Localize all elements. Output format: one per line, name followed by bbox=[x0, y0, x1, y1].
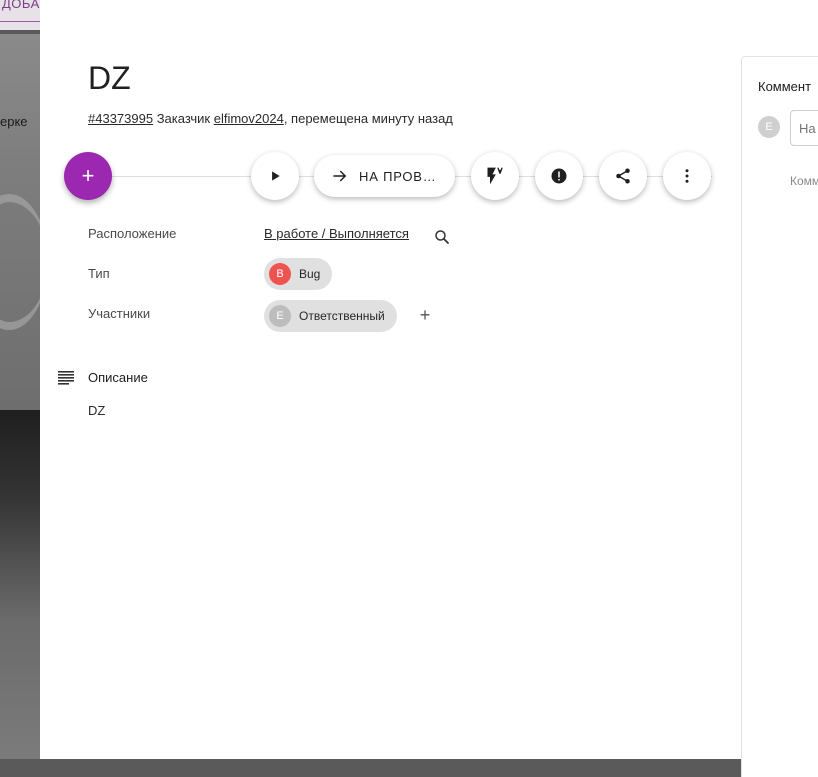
task-number-link[interactable]: #43373995 bbox=[88, 111, 153, 126]
more-button[interactable] bbox=[663, 152, 711, 200]
type-chip-label: Bug bbox=[299, 267, 321, 281]
search-icon[interactable] bbox=[433, 228, 451, 246]
arrow-right-icon bbox=[333, 170, 346, 182]
play-icon bbox=[272, 171, 280, 181]
location-link[interactable]: В работе / Выполняется bbox=[264, 226, 409, 241]
task-meta: #43373995 Заказчик elfimov2024, перемеще… bbox=[88, 111, 453, 126]
location-label: Расположение bbox=[88, 226, 177, 241]
customer-label: Заказчик bbox=[156, 111, 211, 126]
participant-role-label: Ответственный bbox=[299, 309, 385, 323]
comments-title: Коммент bbox=[758, 79, 812, 94]
share-button[interactable] bbox=[599, 152, 647, 200]
participants-label: Участники bbox=[88, 306, 151, 321]
background-image-lower bbox=[0, 410, 40, 759]
description-title: Описание bbox=[88, 370, 148, 385]
task-title: DZ bbox=[88, 60, 131, 96]
start-button[interactable] bbox=[251, 152, 299, 200]
more-vert-icon bbox=[685, 169, 689, 183]
customer-link[interactable]: elfimov2024 bbox=[214, 111, 284, 126]
share-icon bbox=[616, 168, 630, 184]
comments-panel: Коммент E Комм bbox=[741, 56, 818, 777]
description-text[interactable]: DZ bbox=[88, 403, 105, 418]
type-chip[interactable]: B Bug bbox=[264, 258, 333, 290]
moved-text: , перемещена минуту назад bbox=[283, 111, 453, 126]
automation-button[interactable] bbox=[471, 152, 519, 200]
plus-icon: + bbox=[81, 163, 95, 188]
participant-avatar: E bbox=[269, 305, 291, 327]
task-detail-panel: DZ #43373995 Заказчик elfimov2024, перем… bbox=[40, 0, 818, 777]
move-to-review-button[interactable]: НА ПРОВ… bbox=[314, 155, 455, 197]
add-participant-plus-icon[interactable]: + bbox=[416, 306, 434, 324]
comment-user-avatar: E bbox=[758, 116, 780, 138]
background-tab-label: ДОБА bbox=[2, 0, 40, 11]
add-button[interactable]: + bbox=[64, 152, 112, 200]
background-tab-bar: ДОБА bbox=[0, 0, 40, 30]
alert-icon bbox=[551, 168, 567, 184]
move-button-label: НА ПРОВ… bbox=[359, 168, 437, 184]
participant-chip[interactable]: E Ответственный bbox=[264, 300, 397, 332]
type-avatar: B bbox=[269, 263, 291, 285]
flash-auto-icon bbox=[487, 167, 503, 185]
comments-empty-text: Комм bbox=[790, 174, 818, 188]
background-image-upper: ерке bbox=[0, 34, 48, 410]
background-text: ерке bbox=[0, 114, 28, 129]
description-icon bbox=[58, 371, 74, 385]
priority-button[interactable] bbox=[535, 152, 583, 200]
type-label: Тип bbox=[88, 266, 110, 281]
comment-input[interactable] bbox=[790, 110, 818, 146]
background-tab-underline bbox=[0, 21, 40, 22]
